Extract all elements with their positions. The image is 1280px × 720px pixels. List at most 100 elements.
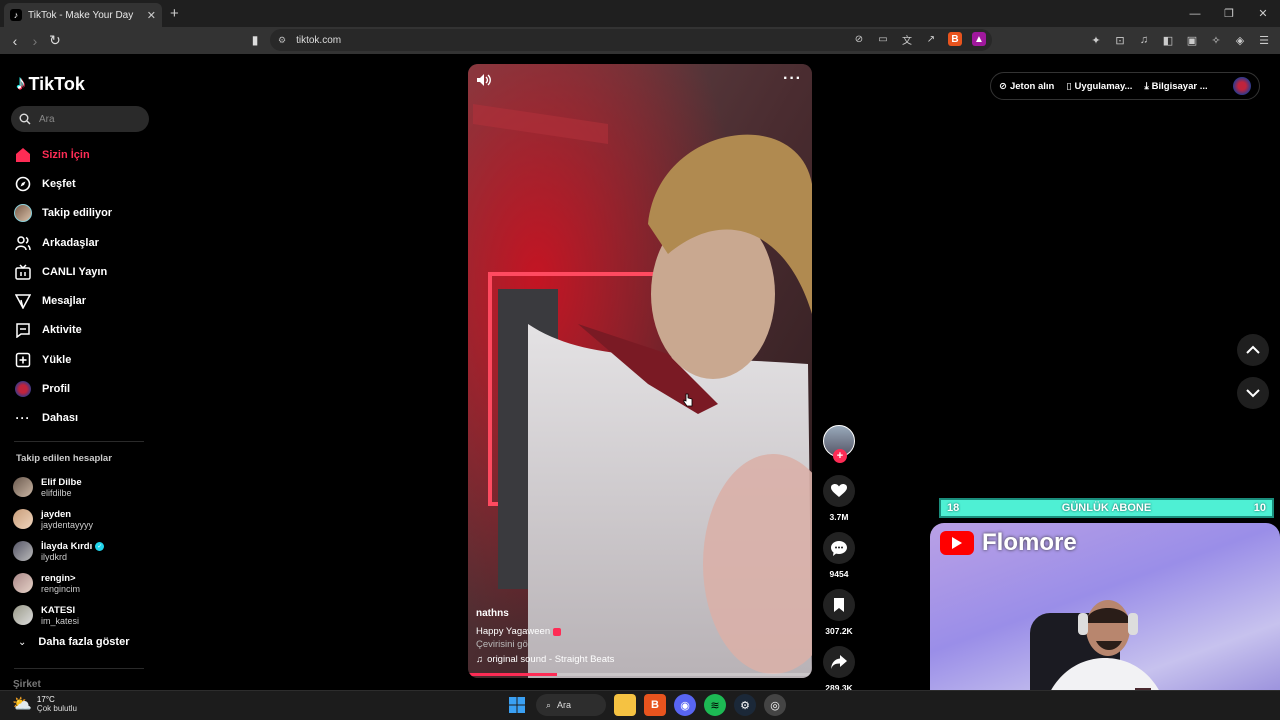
- window-controls: — ❐ ✕: [1178, 0, 1280, 27]
- menu-icon[interactable]: ☰: [1256, 32, 1272, 48]
- nav-live[interactable]: CANLI Yayın: [14, 257, 112, 286]
- extensions-icon[interactable]: ✦: [1088, 32, 1104, 48]
- brave-browser-icon[interactable]: B: [644, 694, 666, 716]
- previous-video-button[interactable]: [1237, 334, 1269, 366]
- leo-ai-icon[interactable]: ✧: [1208, 32, 1224, 48]
- nav-friends[interactable]: Arkadaşlar: [14, 228, 112, 257]
- nav-messages[interactable]: Mesajlar: [14, 286, 112, 315]
- get-app-button[interactable]: ▯ Uygulamay...: [1066, 81, 1132, 92]
- spotify-icon[interactable]: ≋: [704, 694, 726, 716]
- search-input[interactable]: Ara: [11, 106, 149, 132]
- sub-goal-right: 10: [1253, 502, 1266, 514]
- account-name: rengin>: [41, 572, 76, 584]
- cloud-sun-icon: ⛅: [12, 696, 32, 713]
- nav-more[interactable]: ··· Dahası: [14, 404, 112, 433]
- next-video-button[interactable]: [1237, 377, 1269, 409]
- obs-icon[interactable]: ◎: [764, 694, 786, 716]
- video-caption-text: Happy Yagaween: [476, 626, 551, 637]
- steam-icon[interactable]: ⚙: [734, 694, 756, 716]
- share-icon[interactable]: ↗: [924, 32, 938, 46]
- logo-text: TikTok: [28, 73, 85, 94]
- creator-avatar[interactable]: +: [823, 425, 855, 463]
- see-translation-link[interactable]: Çevirisini gör: [476, 639, 531, 650]
- avatar: [13, 477, 33, 497]
- home-icon: [14, 146, 32, 164]
- nav-profile[interactable]: Profil: [14, 374, 112, 403]
- sound-name: original sound - Straight Beats: [487, 654, 615, 665]
- brave-shields-icon[interactable]: B: [948, 32, 962, 46]
- new-tab-button[interactable]: +: [170, 5, 179, 22]
- taskbar-search[interactable]: ⌕ Ara: [536, 694, 606, 716]
- following-section-title: Takip edilen hesaplar: [16, 453, 112, 464]
- browser-tab[interactable]: ♪ TikTok - Make Your Day ✕: [4, 3, 162, 27]
- get-coins-button[interactable]: ⊘ Jeton alın: [999, 81, 1054, 92]
- close-window-icon[interactable]: ✕: [1246, 0, 1280, 27]
- comment-button[interactable]: 9454: [822, 532, 856, 579]
- list-item[interactable]: İlayda Kırdı ✓ ilydkrd: [13, 535, 105, 567]
- tiktok-note-icon: ♪: [16, 73, 26, 94]
- translate-icon[interactable]: 文: [900, 32, 914, 47]
- volume-icon[interactable]: [476, 73, 492, 92]
- list-item[interactable]: Elif Dilbe elifdilbe: [13, 471, 104, 503]
- video-progress-fill: [468, 673, 558, 676]
- back-icon[interactable]: ‹: [5, 31, 25, 51]
- temperature: 17°C: [36, 695, 55, 704]
- forward-icon[interactable]: ›: [25, 31, 45, 51]
- cast-icon[interactable]: ▭: [876, 32, 890, 46]
- reload-icon[interactable]: ↻: [45, 31, 65, 51]
- upload-icon: [14, 351, 32, 369]
- discord-icon[interactable]: ◉: [674, 694, 696, 716]
- nav-activity[interactable]: Aktivite: [14, 316, 112, 345]
- nav-for-you[interactable]: Sizin İçin: [14, 140, 112, 169]
- more-options-icon[interactable]: ···: [783, 70, 802, 88]
- brave-rewards-icon[interactable]: ▲: [972, 32, 986, 46]
- company-link[interactable]: Şirket: [13, 679, 41, 690]
- profile-avatar[interactable]: [1233, 77, 1251, 95]
- nav-upload[interactable]: Yükle: [14, 345, 112, 374]
- screenshot-icon[interactable]: ⊡: [1112, 32, 1128, 48]
- show-more-button[interactable]: ⌄ Daha fazla göster: [18, 636, 129, 648]
- channel-badge: Flomore: [940, 529, 1077, 557]
- account-name: İlayda Kırdı ✓: [41, 540, 105, 552]
- minimize-icon[interactable]: —: [1178, 0, 1212, 27]
- close-tab-icon[interactable]: ✕: [147, 9, 156, 22]
- video-username[interactable]: nathns: [476, 608, 509, 619]
- windows-start-icon[interactable]: [506, 694, 528, 716]
- file-explorer-icon[interactable]: [614, 694, 636, 716]
- list-item[interactable]: rengin> rengincim: [13, 567, 104, 599]
- weather-widget[interactable]: ⛅ 17°C Çok bulutlu: [12, 694, 77, 714]
- more-dots-icon: ···: [15, 411, 31, 426]
- nav-explore[interactable]: Keşfet: [14, 169, 112, 198]
- account-username: im_katesi: [41, 615, 80, 626]
- toolbar-right-icons: ✦ ⊡ ♫ ◧ ▣ ✧ ◈ ☰: [1088, 32, 1272, 48]
- tiktok-logo[interactable]: ♪ TikTok: [16, 73, 85, 95]
- nav-label: Yükle: [42, 353, 72, 366]
- share-button[interactable]: 289.3K: [822, 646, 856, 693]
- follow-plus-icon[interactable]: +: [833, 449, 847, 463]
- video-player[interactable]: ··· nathns Happy Yagaween Çevirisini gör…: [468, 64, 812, 678]
- like-button[interactable]: 3.7M: [822, 475, 856, 522]
- account-name-text: İlayda Kırdı: [41, 540, 93, 552]
- site-settings-icon[interactable]: ⚙: [278, 35, 286, 46]
- vpn-icon[interactable]: ◈: [1232, 32, 1248, 48]
- address-bar[interactable]: ⚙ tiktok.com ⊘ ▭ 文 ↗ B ▲: [270, 29, 992, 51]
- tab-title: TikTok - Make Your Day: [28, 9, 134, 21]
- share-arrow-icon: [823, 646, 855, 678]
- bookmark-icon[interactable]: ▮: [245, 30, 265, 50]
- profile-avatar-icon: [14, 380, 32, 398]
- youtube-icon: [940, 531, 974, 555]
- sidebar-icon[interactable]: ◧: [1160, 32, 1176, 48]
- header-actions: ⊘ Jeton alın ▯ Uygulamay... ⤓ Bilgisayar ..…: [990, 72, 1260, 100]
- video-progress-bar[interactable]: [468, 673, 812, 676]
- save-button[interactable]: 307.2K: [822, 589, 856, 636]
- no-cast-icon[interactable]: ⊘: [852, 32, 866, 46]
- media-icon[interactable]: ♫: [1136, 32, 1152, 48]
- wallet-icon[interactable]: ▣: [1184, 32, 1200, 48]
- restore-icon[interactable]: ❐: [1212, 0, 1246, 27]
- list-item[interactable]: jayden jaydentayyyy: [13, 503, 104, 535]
- sound-link[interactable]: ♫ original sound - Straight Beats: [476, 654, 614, 665]
- nav-following[interactable]: Takip ediliyor: [14, 199, 112, 228]
- list-item[interactable]: KATESI im_katesi: [13, 599, 104, 631]
- nav-label: Profil: [42, 383, 71, 396]
- desktop-app-button[interactable]: ⤓ Bilgisayar ...: [1144, 81, 1207, 92]
